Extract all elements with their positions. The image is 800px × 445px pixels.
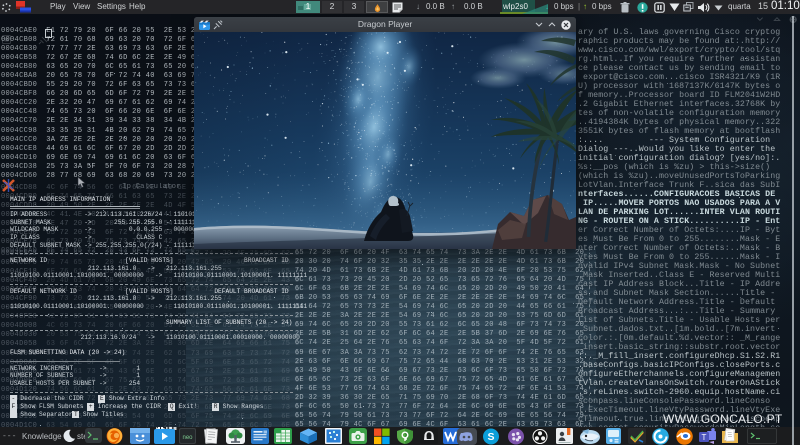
svg-text:neo: neo: [182, 435, 193, 441]
svg-text:T: T: [702, 433, 707, 442]
svg-text:S: S: [487, 431, 494, 443]
